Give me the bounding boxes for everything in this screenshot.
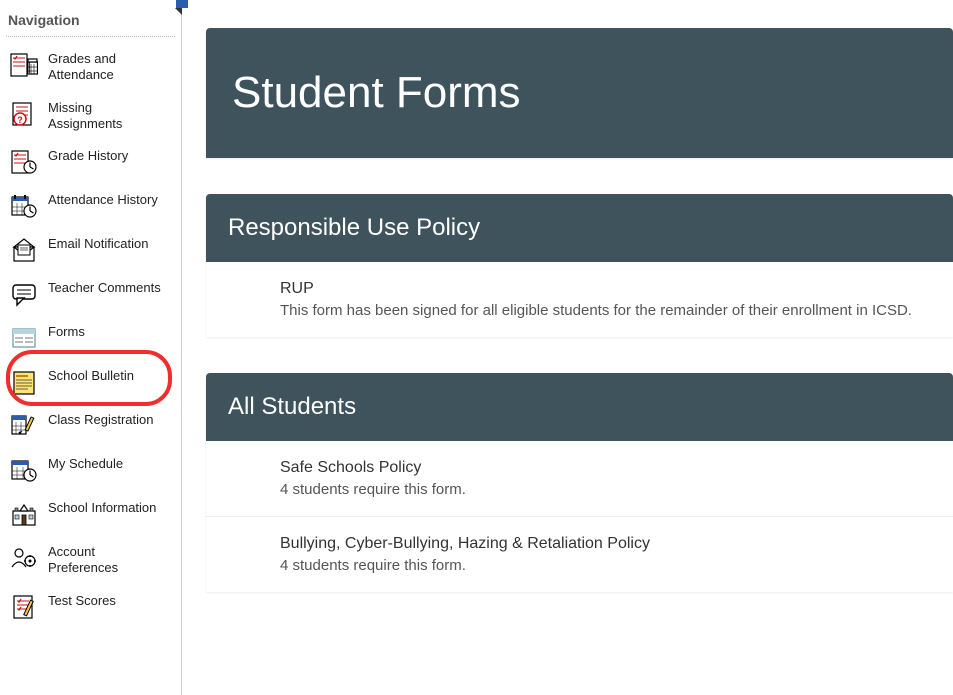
sidebar-item-class-registration[interactable]: Class Registration — [6, 404, 175, 448]
navigation-sidebar: Navigation Grades and Attendance — [0, 0, 182, 695]
form-row-rup[interactable]: RUP This form has been signed for all el… — [206, 262, 953, 337]
attendance-history-icon — [10, 192, 38, 220]
sidebar-item-label: Grade History — [48, 148, 128, 164]
sidebar-item-grades-attendance[interactable]: Grades and Attendance — [6, 43, 175, 92]
form-row-bullying-policy[interactable]: Bullying, Cyber-Bullying, Hazing & Retal… — [206, 517, 953, 592]
form-title: Safe Schools Policy — [280, 459, 931, 477]
sidebar-item-account-preferences[interactable]: Account Preferences — [6, 536, 175, 585]
sidebar-item-school-information[interactable]: School Information — [6, 492, 175, 536]
school-icon — [10, 500, 38, 528]
sidebar-item-label: Email Notification — [48, 236, 148, 252]
sidebar-item-school-bulletin[interactable]: School Bulletin — [6, 360, 175, 404]
form-title: Bullying, Cyber-Bullying, Hazing & Retal… — [280, 535, 931, 553]
sidebar-item-teacher-comments[interactable]: Teacher Comments — [6, 272, 175, 316]
form-row-safe-schools[interactable]: Safe Schools Policy 4 students require t… — [206, 441, 953, 517]
section-responsible-use-policy: Responsible Use Policy RUP This form has… — [206, 194, 953, 337]
sidebar-item-label: Missing Assignments — [48, 100, 166, 133]
section-title: All Students — [206, 373, 953, 441]
account-preferences-icon — [10, 544, 38, 572]
bulletin-icon — [10, 368, 38, 396]
section-title: Responsible Use Policy — [206, 194, 953, 262]
sidebar-item-label: Forms — [48, 324, 85, 340]
form-description: 4 students require this form. — [280, 481, 931, 498]
sidebar-item-missing-assignments[interactable]: ? Missing Assignments — [6, 92, 175, 141]
email-icon — [10, 236, 38, 264]
form-description: 4 students require this form. — [280, 557, 931, 574]
sidebar-item-label: School Bulletin — [48, 368, 134, 384]
sidebar-item-label: Teacher Comments — [48, 280, 161, 296]
svg-text:?: ? — [17, 115, 23, 125]
navigation-title: Navigation — [6, 8, 175, 37]
page-title: Student Forms — [206, 28, 953, 158]
sidebar-item-label: Account Preferences — [48, 544, 166, 577]
sidebar-item-test-scores[interactable]: Test Scores — [6, 585, 175, 629]
sidebar-item-label: School Information — [48, 500, 156, 516]
section-all-students: All Students Safe Schools Policy 4 stude… — [206, 373, 953, 592]
form-title: RUP — [280, 280, 931, 298]
form-description: This form has been signed for all eligib… — [280, 302, 931, 319]
test-scores-icon — [10, 593, 38, 621]
missing-assignments-icon: ? — [10, 100, 38, 128]
schedule-icon — [10, 456, 38, 484]
collapse-toggle-icon[interactable] — [175, 0, 189, 12]
grades-attendance-icon — [10, 51, 38, 79]
comments-icon — [10, 280, 38, 308]
page-title-panel: Student Forms — [206, 28, 953, 158]
grade-history-icon — [10, 148, 38, 176]
sidebar-item-grade-history[interactable]: Grade History — [6, 140, 175, 184]
sidebar-item-email-notification[interactable]: Email Notification — [6, 228, 175, 272]
sidebar-item-forms[interactable]: Forms — [6, 316, 175, 360]
main-content: Student Forms Responsible Use Policy RUP… — [182, 0, 953, 695]
class-registration-icon — [10, 412, 38, 440]
sidebar-item-label: Class Registration — [48, 412, 154, 428]
sidebar-item-label: My Schedule — [48, 456, 123, 472]
sidebar-item-attendance-history[interactable]: Attendance History — [6, 184, 175, 228]
sidebar-item-label: Attendance History — [48, 192, 158, 208]
sidebar-item-label: Grades and Attendance — [48, 51, 166, 84]
forms-icon — [10, 324, 38, 352]
sidebar-item-my-schedule[interactable]: My Schedule — [6, 448, 175, 492]
sidebar-item-label: Test Scores — [48, 593, 116, 609]
